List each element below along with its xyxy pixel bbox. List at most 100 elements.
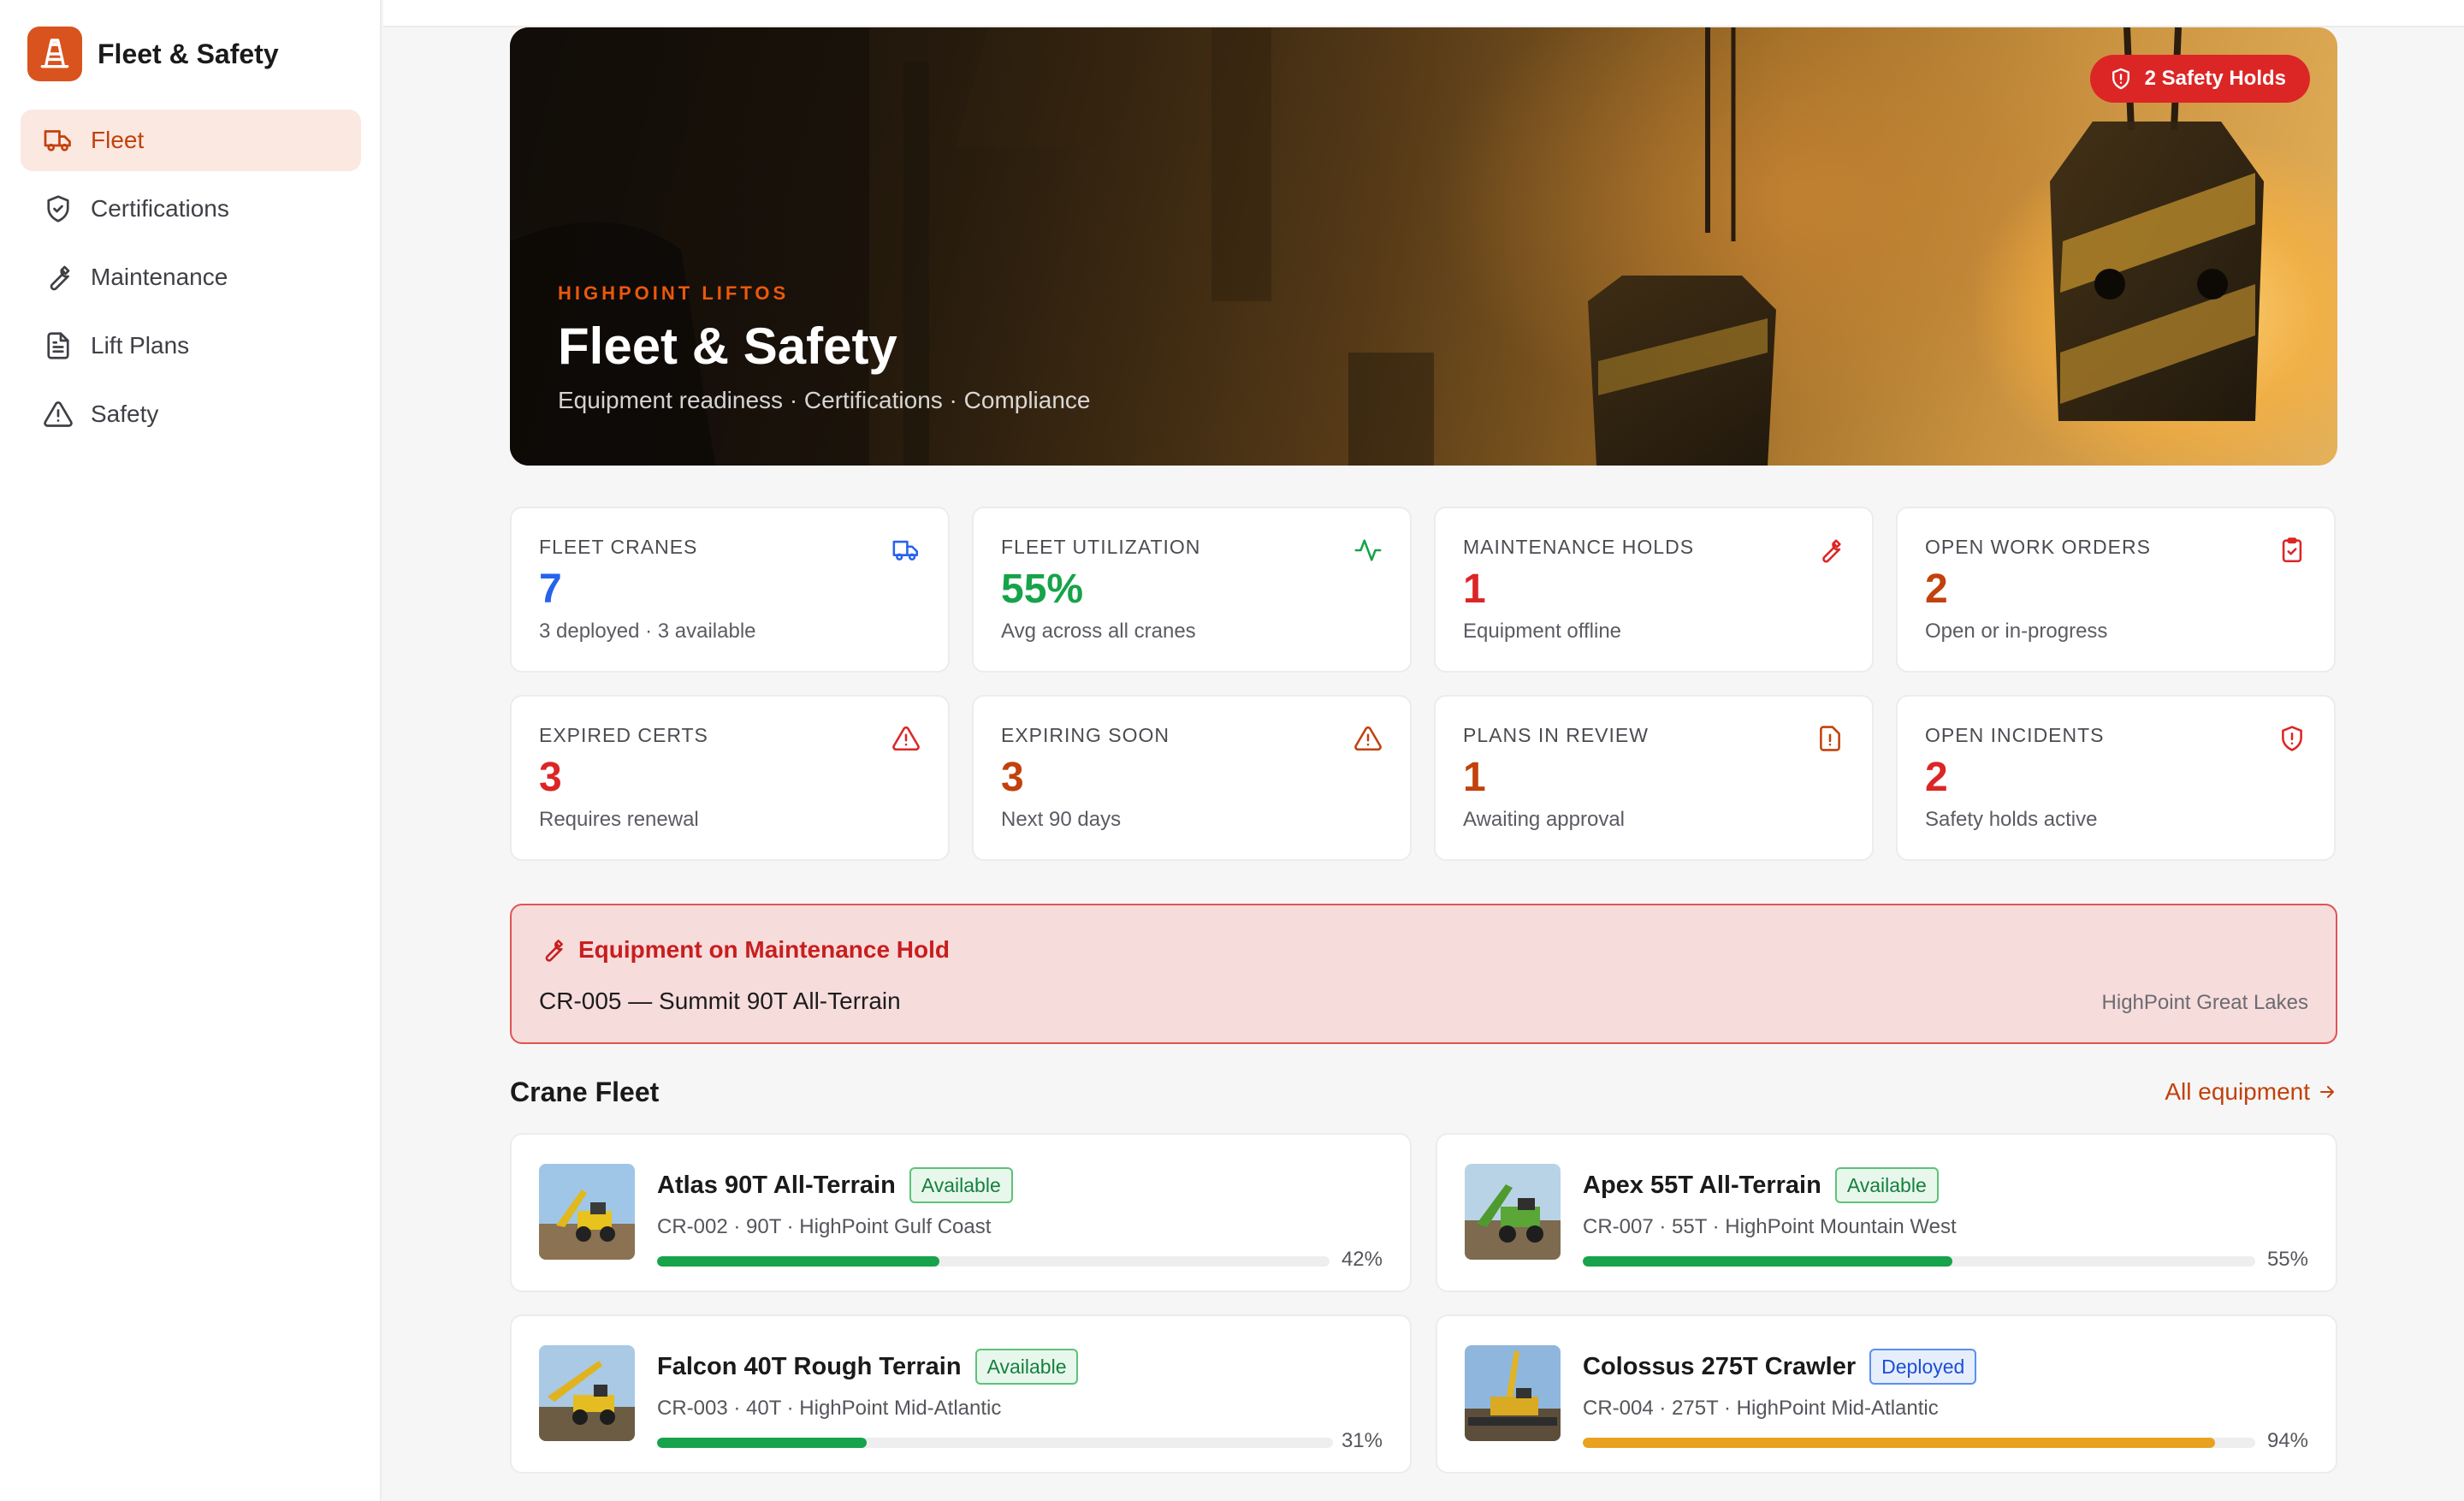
crane-card[interactable]: Atlas 90T All-Terrain Available CR-002 ·… — [510, 1133, 1412, 1292]
sidebar-item-safety[interactable]: Safety — [21, 383, 361, 445]
crane-name-text: Apex 55T All-Terrain — [1583, 1171, 1821, 1199]
brand[interactable]: Fleet & Safety — [27, 27, 279, 81]
utilization-percent: 55% — [2266, 1248, 2308, 1271]
sidebar-item-label: Lift Plans — [91, 332, 190, 359]
crane-meta: CR-003 · 40T · HighPoint Mid-Atlantic — [657, 1397, 1002, 1420]
stat-subtext: 3 deployed · 3 available — [539, 620, 756, 643]
stat-value: 55% — [1001, 567, 1084, 612]
stat-label: MAINTENANCE HOLDS — [1463, 536, 1695, 558]
stat-subtext: Safety holds active — [1925, 808, 2098, 831]
hero-subtitle: Equipment readiness · Certifications · C… — [558, 387, 1091, 413]
stat-label: OPEN WORK ORDERS — [1925, 536, 2151, 558]
utilization-bar — [657, 1256, 1330, 1267]
utilization-bar-fill — [657, 1438, 867, 1448]
crane-card[interactable]: Colossus 275T Crawler Deployed CR-004 · … — [1436, 1314, 2337, 1474]
stat-card-open-incidents[interactable]: OPEN INCIDENTS 2 Safety holds active — [1896, 695, 2336, 861]
stat-card-fleet-cranes[interactable]: FLEET CRANES 7 3 deployed · 3 available — [510, 507, 950, 673]
stat-subtext: Next 90 days — [1001, 808, 1122, 831]
stat-label: FLEET UTILIZATION — [1001, 536, 1201, 558]
utilization-bar — [1583, 1256, 2255, 1267]
all-equipment-label: All equipment — [2165, 1078, 2310, 1105]
sidebar-item-fleet[interactable]: Fleet — [21, 110, 361, 171]
hero-title: Fleet & Safety — [558, 317, 897, 375]
warning-triangle-icon — [1353, 724, 1383, 753]
sidebar-item-maintenance[interactable]: Maintenance — [21, 246, 361, 308]
sidebar-item-label: Certifications — [91, 195, 229, 222]
stat-label: PLANS IN REVIEW — [1463, 724, 1649, 746]
utilization-bar — [1583, 1438, 2255, 1448]
sidebar-item-label: Maintenance — [91, 264, 228, 290]
crane-meta: CR-004 · 275T · HighPoint Mid-Atlantic — [1583, 1397, 1939, 1420]
crane-thumbnail — [539, 1164, 635, 1260]
maintenance-hold-alert[interactable]: Equipment on Maintenance Hold CR-005 — S… — [510, 904, 2337, 1044]
wrench-icon — [539, 936, 566, 964]
stat-card-expiring-soon[interactable]: EXPIRING SOON 3 Next 90 days — [972, 695, 1412, 861]
file-text-icon — [41, 329, 75, 363]
stat-label: OPEN INCIDENTS — [1925, 724, 2105, 746]
clipboard-check-icon — [2277, 536, 2307, 565]
alert-header: Equipment on Maintenance Hold — [539, 936, 950, 964]
crane-list: Atlas 90T All-Terrain Available CR-002 ·… — [510, 1133, 2337, 1474]
stat-card-open-work-orders[interactable]: OPEN WORK ORDERS 2 Open or in-progress — [1896, 507, 2336, 673]
alert-title: Equipment on Maintenance Hold — [578, 936, 951, 963]
wrench-icon — [1815, 536, 1845, 565]
stat-card-expired-certs[interactable]: EXPIRED CERTS 3 Requires renewal — [510, 695, 950, 861]
sidebar-nav: Fleet Certifications Maintenance Lift Pl… — [21, 110, 361, 452]
safety-holds-badge[interactable]: 2 Safety Holds — [2089, 55, 2310, 103]
stat-label: FLEET CRANES — [539, 536, 698, 558]
safety-holds-label: 2 Safety Holds — [2144, 67, 2286, 90]
crane-meta: CR-007 · 55T · HighPoint Mountain West — [1583, 1215, 1957, 1238]
stat-value: 7 — [539, 567, 562, 612]
utilization-bar-fill — [1583, 1256, 1953, 1267]
crane-name: Falcon 40T Rough Terrain Available — [657, 1349, 1079, 1385]
crane-thumbnail — [1465, 1345, 1561, 1441]
all-equipment-link[interactable]: All equipment — [2165, 1078, 2337, 1106]
stat-subtext: Equipment offline — [1463, 620, 1622, 643]
hero-banner: HIGHPOINT LIFTOS Fleet & Safety Equipmen… — [510, 27, 2337, 466]
stat-card-plans-in-review[interactable]: PLANS IN REVIEW 1 Awaiting approval — [1434, 695, 1874, 861]
stat-label: EXPIRING SOON — [1001, 724, 1170, 746]
truck-icon — [891, 536, 921, 565]
crane-name-text: Atlas 90T All-Terrain — [657, 1171, 896, 1199]
crane-card[interactable]: Falcon 40T Rough Terrain Available CR-00… — [510, 1314, 1412, 1474]
stat-value: 2 — [1925, 755, 1948, 800]
stat-label: EXPIRED CERTS — [539, 724, 708, 746]
crane-name: Colossus 275T Crawler Deployed — [1583, 1349, 1977, 1385]
stat-value: 3 — [539, 755, 562, 800]
stat-value: 1 — [1463, 755, 1486, 800]
stats-grid: FLEET CRANES 7 3 deployed · 3 available … — [510, 507, 2337, 861]
utilization-percent: 31% — [1341, 1429, 1383, 1452]
sidebar-item-label: Safety — [91, 400, 159, 427]
shield-alert-icon — [2109, 67, 2133, 91]
crane-meta: CR-002 · 90T · HighPoint Gulf Coast — [657, 1215, 992, 1238]
brand-name: Fleet & Safety — [98, 38, 279, 69]
stat-card-fleet-utilization[interactable]: FLEET UTILIZATION 55% Avg across all cra… — [972, 507, 1412, 673]
utilization-bar — [657, 1438, 1333, 1448]
stat-value: 3 — [1001, 755, 1024, 800]
wrench-icon — [41, 260, 75, 294]
crane-card[interactable]: Apex 55T All-Terrain Available CR-007 · … — [1436, 1133, 2337, 1292]
activity-icon — [1353, 536, 1383, 565]
alert-location: HighPoint Great Lakes — [2101, 991, 2308, 1014]
sidebar-item-lift-plans[interactable]: Lift Plans — [21, 315, 361, 377]
shield-alert-icon — [2277, 724, 2307, 753]
crane-thumbnail — [539, 1345, 635, 1441]
stat-card-maintenance-holds[interactable]: MAINTENANCE HOLDS 1 Equipment offline — [1434, 507, 1874, 673]
stat-subtext: Avg across all cranes — [1001, 620, 1196, 643]
utilization-percent: 94% — [2266, 1429, 2308, 1452]
status-badge: Deployed — [1869, 1349, 1977, 1385]
sidebar-item-label: Fleet — [91, 127, 145, 153]
crane-name: Apex 55T All-Terrain Available — [1583, 1167, 1939, 1203]
file-alert-icon — [1815, 724, 1845, 753]
stat-subtext: Open or in-progress — [1925, 620, 2108, 643]
warning-triangle-icon — [41, 397, 75, 431]
crane-name: Atlas 90T All-Terrain Available — [657, 1167, 1013, 1203]
crane-name-text: Colossus 275T Crawler — [1583, 1352, 1857, 1380]
stat-subtext: Awaiting approval — [1463, 808, 1626, 831]
status-badge: Available — [974, 1349, 1079, 1385]
arrow-right-icon — [2317, 1082, 2337, 1102]
stat-value: 1 — [1463, 567, 1486, 612]
sidebar-item-certifications[interactable]: Certifications — [21, 178, 361, 240]
warning-triangle-icon — [891, 724, 921, 753]
alert-equipment[interactable]: CR-005 — Summit 90T All-Terrain — [539, 988, 901, 1015]
